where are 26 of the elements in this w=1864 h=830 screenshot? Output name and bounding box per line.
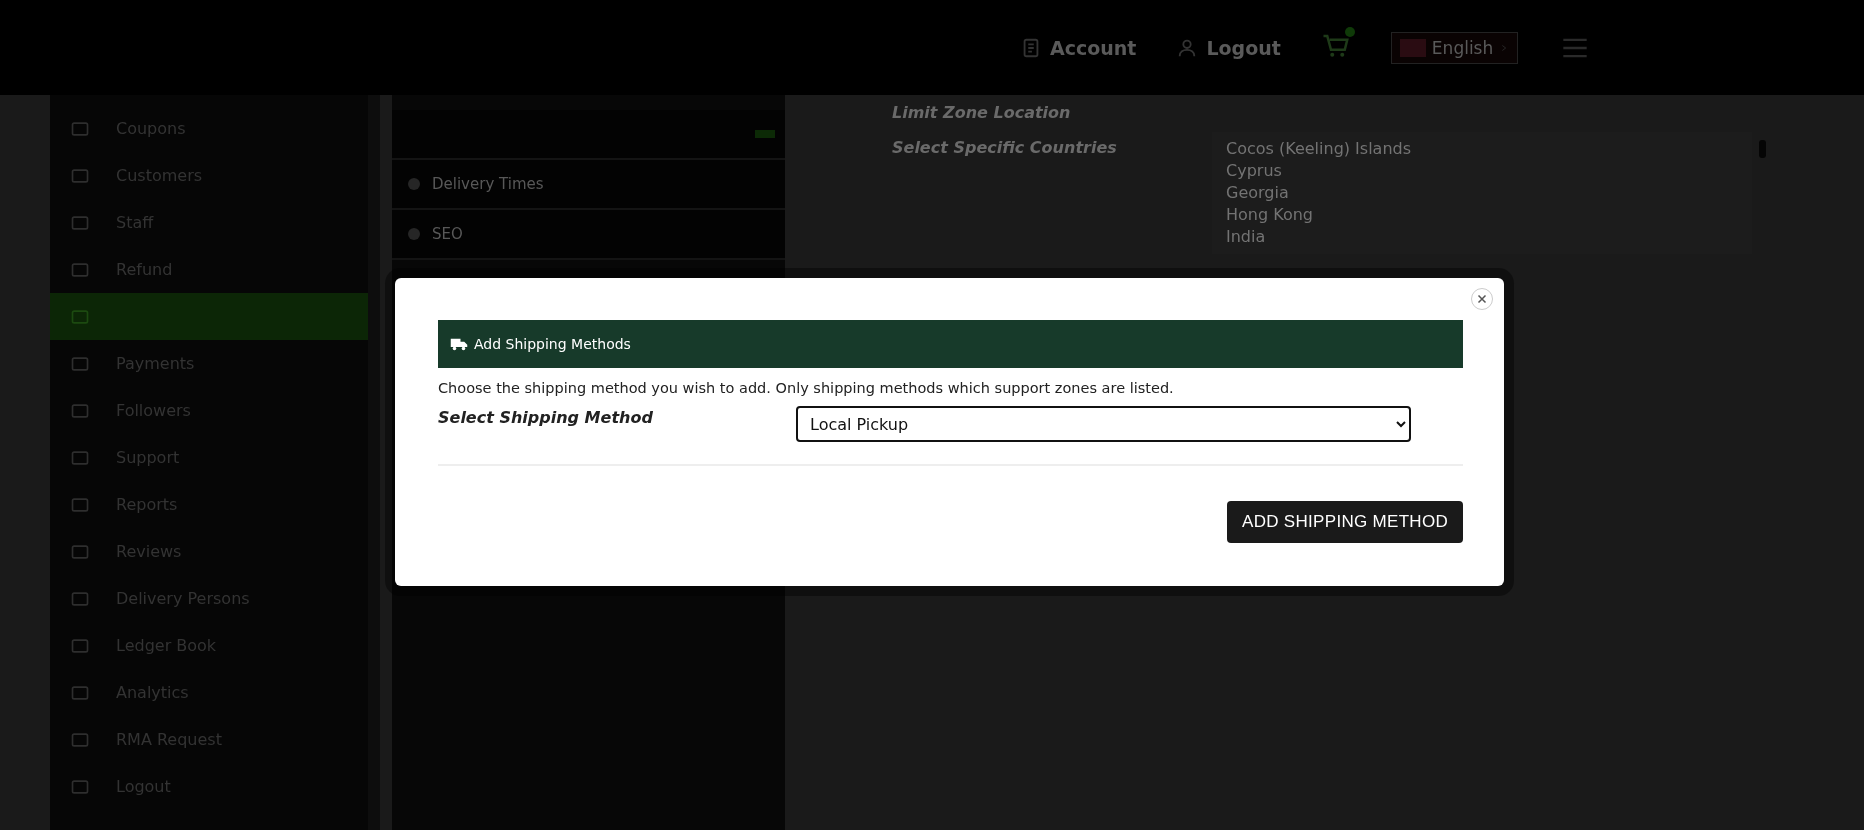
list-option[interactable]: Cyprus [1226, 160, 1738, 182]
cart-badge [1344, 26, 1355, 37]
sidebar-item[interactable] [50, 293, 368, 340]
active-marker [755, 130, 775, 138]
close-button[interactable] [1471, 288, 1493, 310]
field-label: Limit Zone Location [892, 102, 1072, 122]
list-option[interactable]: India [1226, 226, 1738, 248]
modal-description: Choose the shipping method you wish to add. Only shipping methods which support zones are listed. [438, 380, 1175, 396]
add-shipping-method-button[interactable]: ADD SHIPPING METHOD [1227, 501, 1463, 543]
tab-item[interactable]: Delivery Times [392, 160, 785, 210]
field-label: Select Specific Countries [892, 137, 1118, 159]
tab-item[interactable]: SEO [392, 210, 785, 260]
close-icon [1476, 293, 1488, 305]
list-option[interactable]: Georgia [1226, 182, 1738, 204]
circle-icon [406, 226, 422, 242]
field-label: Select Shipping Method [438, 407, 654, 427]
language-button[interactable]: English [1390, 31, 1519, 64]
modal-title: Add Shipping Methods [474, 336, 631, 352]
flag-icon [1399, 38, 1426, 57]
account-link[interactable]: Account [1020, 36, 1137, 59]
tab-item[interactable] [392, 110, 785, 160]
shipping-method-select[interactable]: Local Pickup [796, 406, 1411, 442]
list-option[interactable]: Cocos (Keeling) Islands [1226, 138, 1738, 160]
logout-link[interactable]: Logout [1176, 36, 1281, 59]
list-option[interactable]: Hong Kong [1226, 204, 1738, 226]
circle-icon [406, 176, 422, 192]
